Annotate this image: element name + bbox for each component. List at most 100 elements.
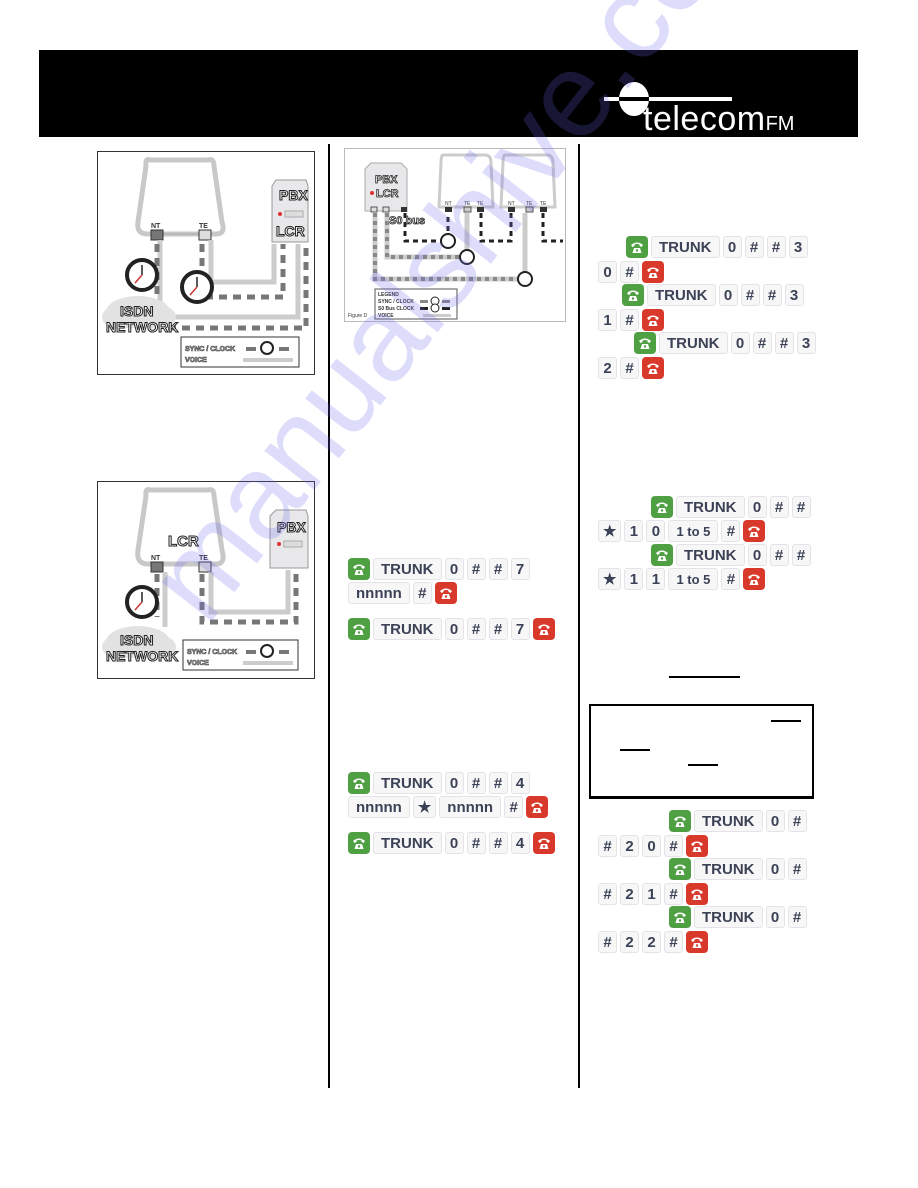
hash-key: # [787,858,807,880]
dial-key: 0 [642,835,661,857]
dial-sequence-row: #2 2 # [598,931,708,953]
on-hook-handset-icon [743,520,766,542]
dial-key: 7 [510,618,530,640]
dial-sequence-row: TRUNK 0 # # [651,496,811,518]
dial-sequence-row: TRUNK 0 # #3 [634,332,816,354]
dial-key: 0 [646,520,666,542]
off-hook-handset-icon [669,906,691,928]
logo-brand-text: telecom [643,100,766,138]
port-label-te: TE [526,201,533,207]
hash-key: # [598,931,617,953]
dial-sequence-row: nnnnn # [348,582,457,604]
dial-sequence-row: TRUNK 0 # #7 [348,558,530,580]
hash-key: # [774,332,794,354]
dial-key: 2 [598,357,617,379]
dial-key: 1 [646,568,666,590]
hash-key: # [466,832,486,854]
dial-sequence-row: TRUNK 0 # #3 [622,284,804,306]
hash-key: # [412,582,432,604]
clock-icon [440,233,456,249]
hash-key: # [740,284,760,306]
hash-key: # [791,544,811,566]
trunk-key: TRUNK [694,810,763,832]
dial-key: 4 [510,772,530,794]
hash-key: # [598,835,617,857]
dial-key: 0 [747,496,767,518]
off-hook-handset-icon [348,772,370,794]
hash-key: # [744,236,764,258]
legend-title: LEGEND [378,292,399,298]
bus-label: S0 bus [389,215,425,227]
dial-sequence-row: 0 # [598,261,664,283]
on-hook-handset-icon [532,832,555,854]
on-hook-handset-icon [526,796,549,818]
dial-sequence-row: #2 1 # [598,883,708,905]
dial-key: 1 [624,568,644,590]
hash-key: # [466,558,486,580]
on-hook-handset-icon [743,568,766,590]
legend-voice-label: VOICE [378,313,394,319]
legend-sync-label: SYNC / CLOCK [378,299,414,305]
port-label-nt: NT [151,223,161,230]
trunk-key: TRUNK [659,332,728,354]
blank-underline [620,749,650,751]
dial-sequence-row: nnnnn ★ nnnnn # [348,796,549,818]
dial-key: nnnnn [348,582,410,604]
dial-sequence-row: #2 0 # [598,835,708,857]
dial-key: 0 [765,906,785,928]
off-hook-handset-icon [669,810,691,832]
device-label-pbx: PBX [279,187,308,203]
on-hook-handset-icon [642,309,664,331]
dial-key: 0 [444,558,464,580]
trunk-key: TRUNK [373,772,442,794]
dial-key: 0 [444,772,464,794]
blank-underline [669,676,740,678]
clock-icon [180,270,214,304]
legend-s0-label: S0 Bus CLOCK [378,306,415,312]
star-key: ★ [412,796,437,818]
dial-key: 0 [444,618,464,640]
trunk-key: TRUNK [676,544,745,566]
dial-key: 2 [620,883,639,905]
on-hook-handset-icon [642,261,664,283]
dial-key: 0 [730,332,750,354]
dial-key: 0 [765,810,785,832]
device-label-pbx: PBX [277,519,306,535]
hash-key: # [504,796,524,818]
port-label-te: TE [477,201,484,207]
off-hook-handset-icon [651,496,673,518]
dial-key: 3 [784,284,804,306]
trunk-key: TRUNK [373,618,442,640]
dial-key: nnnnn [348,796,410,818]
dial-key: 3 [796,332,816,354]
dial-sequence-row: ★ 1 1 1 to 5 # [598,568,766,590]
dial-key: 1 [642,883,661,905]
hash-key: # [488,618,508,640]
box-label-lcr: LCR [168,533,199,550]
clock-icon [125,585,159,619]
figure-caption: Figure D [348,313,368,319]
port-label-nt: NT [508,201,515,207]
dial-key: 1 to 5 [668,568,719,590]
hash-key: # [787,906,807,928]
dial-key: 1 to 5 [668,520,719,542]
device-label-lcr: LCR [276,223,305,239]
legend-sync-label: SYNC / CLOCK [185,346,235,353]
hash-key: # [620,309,639,331]
dial-key: 0 [718,284,738,306]
hash-key: # [762,284,782,306]
dial-sequence-row: TRUNK 0 # #4 [348,772,530,794]
port-label-te: TE [199,555,208,562]
hash-key: # [598,883,617,905]
dial-key: 1 [598,309,617,331]
network-label-network: NETWORK [106,319,178,335]
logo-brand-suffix: FM [765,113,795,135]
figure-lcr-isdn: LCR NT TE PBX ISDN NETWORK SYNC / CLOCK … [97,481,315,679]
off-hook-handset-icon [626,236,648,258]
off-hook-handset-icon [348,558,370,580]
dial-key: 2 [642,931,661,953]
device-label-lcr: LCR [376,188,399,200]
dial-key: 0 [598,261,617,283]
figure-d-s0-bus: PBX LCR S0 bus NT TE TE NT TE TE LEGEND … [344,148,566,322]
off-hook-handset-icon [669,858,691,880]
